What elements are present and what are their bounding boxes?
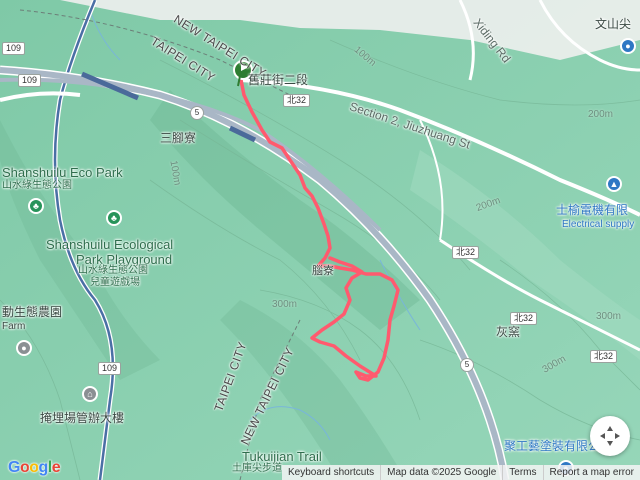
- road-shield-bei32: 北32: [510, 312, 538, 325]
- report-error-link[interactable]: Report a map error: [542, 465, 640, 480]
- keyboard-shortcuts-link[interactable]: Keyboard shortcuts: [282, 465, 380, 480]
- label-tukuijian-zh: 土庫尖步道: [232, 463, 282, 474]
- road-shield-bei32: 北32: [452, 246, 480, 259]
- label-jiuzhuang-zh: 舊莊街二段: [248, 73, 309, 87]
- contour-label: 300m: [596, 311, 622, 322]
- place-icon[interactable]: ●: [16, 340, 32, 356]
- road-shield-bei32: 北32: [590, 350, 618, 363]
- map-canvas[interactable]: 109 109 109 北32 北32 北32 北32 5 5 NEW TAIP…: [0, 0, 640, 480]
- contour-label: 200m: [588, 109, 614, 120]
- label-electrical-zh: 士榆電機有限: [556, 203, 629, 217]
- label-eco-farm-en: Farm: [2, 321, 26, 332]
- attribution-bar: Keyboard shortcuts Map data ©2025 Google…: [281, 465, 640, 480]
- compass-rose-button[interactable]: [590, 416, 630, 456]
- label-wenshan: 文山尖: [595, 17, 632, 31]
- label-landfill-office: 掩埋場管辦大樓: [40, 411, 125, 425]
- label-playground-1: Shanshuilu Ecological: [46, 237, 174, 252]
- label-eco-park-zh: 山水綠生態公園: [2, 180, 72, 191]
- tree-icon[interactable]: ♣: [106, 210, 122, 226]
- label-huiyao: 灰窯: [496, 325, 521, 339]
- road-shield-109: 109: [98, 362, 122, 375]
- place-icon[interactable]: ●: [620, 38, 636, 54]
- map-data-text: Map data ©2025 Google: [380, 465, 502, 480]
- shopping-bag-icon[interactable]: ▲: [606, 176, 622, 192]
- label-eco-farm-zh: 動生態農園: [2, 305, 63, 319]
- label-electrical-en: Electrical supply: [562, 219, 635, 230]
- label-decor-company: 聚工藝塗裝有限公: [504, 439, 601, 453]
- label-playground-zh-1: 山水綠生態公園: [78, 265, 148, 276]
- road-shield-109: 109: [2, 42, 26, 55]
- label-eco-park: Shanshuilu Eco Park: [2, 165, 123, 180]
- label-trail-mark: 腦寮: [312, 265, 334, 277]
- contour-label: 300m: [272, 299, 298, 310]
- freeway-shield-5: 5: [190, 106, 204, 120]
- google-logo: Google: [8, 459, 61, 476]
- terms-link[interactable]: Terms: [502, 465, 542, 480]
- tree-icon[interactable]: ♣: [28, 198, 44, 214]
- label-sanying-liao: 三腳寮: [160, 131, 197, 145]
- freeway-shield-5: 5: [460, 358, 474, 372]
- road-shield-bei32: 北32: [283, 94, 311, 107]
- road-shield-109: 109: [18, 74, 42, 87]
- label-playground-zh-2: 兒童遊戲場: [90, 277, 140, 288]
- compass-rose-icon: [600, 426, 620, 446]
- label-tukuijian-trail: Tukuijian Trail: [242, 449, 322, 464]
- building-icon[interactable]: ⌂: [82, 386, 98, 402]
